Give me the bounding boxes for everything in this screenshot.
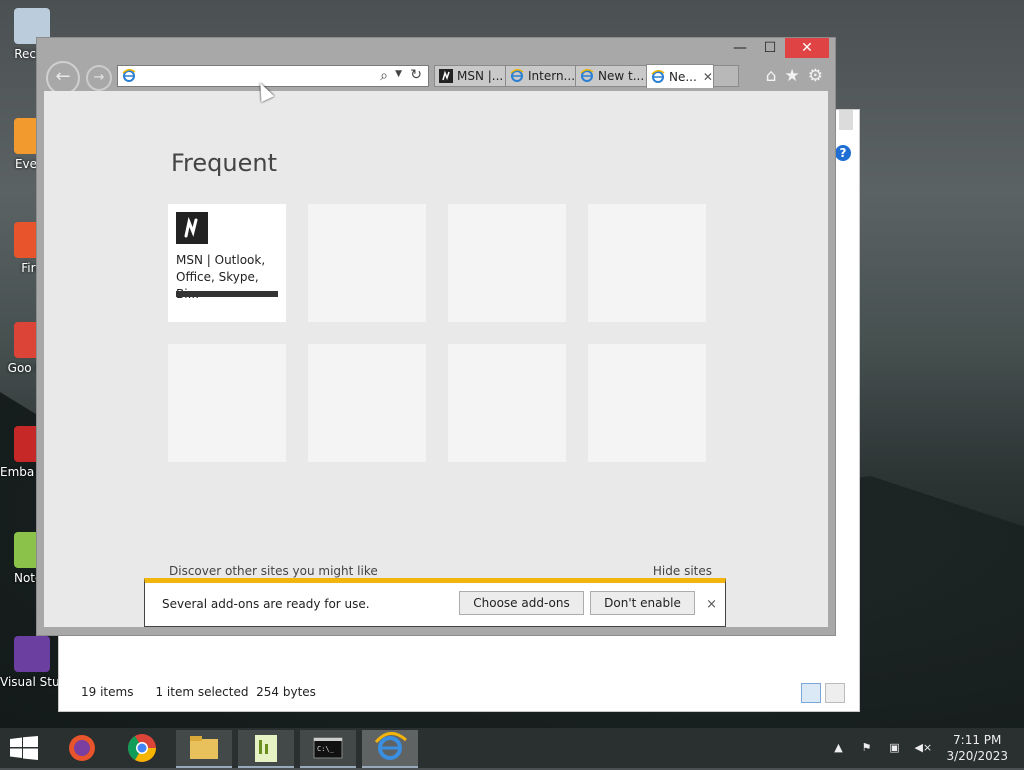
help-icon[interactable]: ? [835,145,851,161]
tab-0[interactable]: MSN |... [434,65,506,87]
site-tile[interactable]: MSN | Outlook, Office, Skype, Bi... [168,204,286,322]
ie-icon [651,69,665,83]
clock-time: 7:11 PM [953,733,1002,747]
notification-message: Several add-ons are ready for use. [162,597,370,611]
hide-sites-link[interactable]: Hide sites [653,564,712,578]
cmd-taskbar-button[interactable]: C:\_ [300,730,356,768]
addons-notification-bar: Several add-ons are ready for use. Choos… [144,578,726,627]
tile-activity-bar [176,291,278,297]
clock[interactable]: 7:11 PM 3/20/2023 [936,732,1024,764]
address-bar[interactable]: ⌕ ▼ ↻ [117,65,429,87]
close-tab-icon[interactable]: ✕ [703,70,713,84]
file-explorer-taskbar-button[interactable] [176,730,232,768]
new-tab-page: Frequent MSN | Outlook, Office, Skype, B… [44,91,828,627]
ie-icon [580,69,594,82]
ie-icon [122,69,136,82]
new-tab-button[interactable] [713,65,739,87]
maximize-button[interactable]: ☐ [755,38,785,58]
view-toggle [801,683,845,703]
items-count: 19 items [81,685,134,699]
large-icons-view-icon[interactable] [825,683,845,703]
discover-sites-link[interactable]: Discover other sites you might like [169,564,378,578]
svg-text:C:\_: C:\_ [317,745,335,753]
flag-icon[interactable]: ⚑ [858,740,874,756]
empty-tile[interactable] [168,344,286,462]
command-icons: ⌂ ★ ⚙ [766,66,823,86]
address-input[interactable] [140,67,370,85]
internet-explorer-icon [374,732,407,760]
ie-icon [510,69,524,82]
chrome-icon[interactable] [114,730,170,766]
notepadpp-icon [255,735,277,762]
network-icon[interactable]: ▣ [886,740,902,756]
shortcut-label: Visual Stu 2013 [0,675,64,689]
firefox-icon[interactable] [54,730,110,766]
minimize-button[interactable]: — [725,38,755,58]
show-hidden-icons-icon[interactable]: ▲ [830,740,846,756]
system-tray: ▲ ⚑ ▣ ◀× 7:11 PM 3/20/2023 [824,728,1024,768]
clock-date: 3/20/2023 [946,749,1008,763]
choose-addons-button[interactable]: Choose add-ons [459,591,584,615]
home-icon[interactable]: ⌂ [766,66,777,86]
tab-label: MSN |... [457,69,504,83]
tab-2[interactable]: New t... [575,65,647,87]
folder-icon [190,736,218,759]
command-prompt-icon: C:\_ [313,737,343,759]
tab-label: Intern... [528,69,576,83]
windows-start-icon[interactable] [10,736,38,760]
msn-icon [439,69,453,83]
selection-count: 1 item selected [155,685,249,699]
taskbar: C:\_ ▲ ⚑ ▣ ◀× 7:11 PM 3/20/2023 [0,728,1024,768]
close-button[interactable]: ✕ [785,38,829,58]
selection-size: 254 bytes [256,685,316,699]
forward-button[interactable]: → [86,65,112,91]
tab-strip: MSN |... Intern... New t... Ne... ✕ [434,64,739,88]
msn-icon [176,212,208,244]
notepadpp-taskbar-button[interactable] [238,730,294,768]
shortcut-icon [14,636,50,672]
empty-tile[interactable] [448,344,566,462]
settings-icon[interactable]: ⚙ [808,66,823,86]
dont-enable-button[interactable]: Don't enable [590,591,695,615]
status-bar: 19 items 1 item selected 254 bytes [81,685,316,699]
tab-3[interactable]: Ne... ✕ [646,64,714,88]
desktop-shortcut[interactable]: Visual Stu 2013 [0,636,64,689]
search-icon[interactable]: ⌕ [380,68,388,84]
window-controls: — ☐ ✕ [725,38,829,58]
empty-tile[interactable] [448,204,566,322]
refresh-icon[interactable]: ↻ [410,67,422,83]
tab-label: Ne... [669,69,697,84]
empty-tile[interactable] [588,204,706,322]
back-button[interactable]: ← [46,61,80,95]
ie-taskbar-button[interactable] [362,730,418,768]
tab-1[interactable]: Intern... [505,65,576,87]
dropdown-icon[interactable]: ▼ [395,69,402,79]
scrollbar[interactable] [839,110,853,130]
empty-tile[interactable] [308,344,426,462]
empty-tile[interactable] [308,204,426,322]
page-title: Frequent [171,149,277,177]
details-view-icon[interactable] [801,683,821,703]
empty-tile[interactable] [588,344,706,462]
browser-window: — ☐ ✕ ← → ⌕ ▼ ↻ MSN |... Intern... New t..… [36,37,836,636]
tab-label: New t... [598,69,645,83]
volume-muted-icon[interactable]: ◀× [914,740,932,756]
favorites-icon[interactable]: ★ [785,66,800,86]
close-icon[interactable]: × [706,597,717,612]
